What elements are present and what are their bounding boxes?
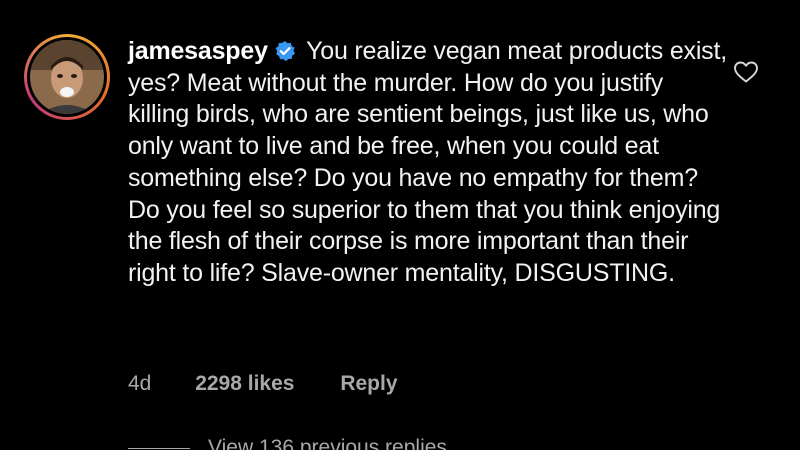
view-replies[interactable]: View 136 previous replies bbox=[128, 436, 447, 450]
profile-photo-icon bbox=[30, 40, 104, 114]
comment-text: You realize vegan meat products exist, y… bbox=[128, 37, 727, 287]
comment-meta: 4d 2298 likes Reply bbox=[128, 372, 398, 396]
like-count[interactable]: 2298 likes bbox=[195, 372, 294, 396]
avatar-photo bbox=[27, 37, 107, 117]
comment: jamesaspey You realize vegan meat produc… bbox=[0, 0, 800, 450]
comment-body: jamesaspey You realize vegan meat produc… bbox=[128, 36, 728, 290]
comment-time: 4d bbox=[128, 372, 152, 395]
view-replies-label[interactable]: View 136 previous replies bbox=[208, 436, 447, 450]
username[interactable]: jamesaspey bbox=[128, 37, 268, 65]
reply-button[interactable]: Reply bbox=[340, 372, 397, 396]
replies-divider bbox=[128, 447, 190, 449]
verified-badge-icon bbox=[274, 40, 296, 62]
heart-outline-icon[interactable] bbox=[733, 60, 759, 84]
avatar[interactable] bbox=[24, 34, 110, 120]
